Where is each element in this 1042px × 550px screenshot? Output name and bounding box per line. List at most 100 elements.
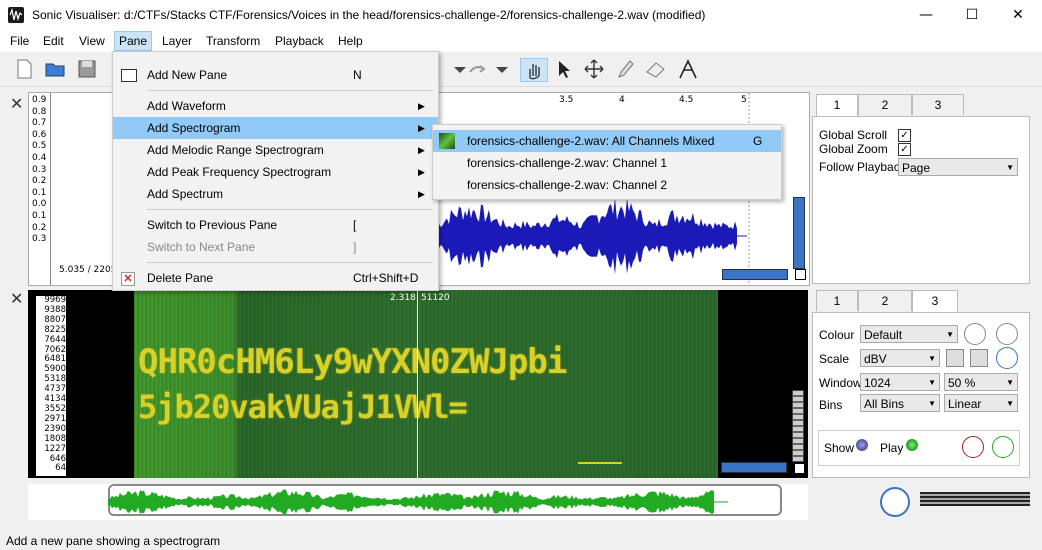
normalize-columns-icon[interactable] (946, 349, 964, 367)
layer-panel-1: 1 2 3 Global Scroll ✓ Global Zoom ✓ Foll… (812, 94, 1030, 284)
spectrogram-pane[interactable]: 9969 9388 8807 8225 7644 7062 6481 5900 5318 4… (28, 290, 808, 478)
amplitude-scale: 0.9 0.8 0.7 0.6 0.5 0.4 0.3 0.2 0.1 0.0 0.1 0.2 … (32, 95, 47, 245)
erase-icon[interactable] (644, 58, 668, 80)
menu-item-delete-pane[interactable]: ✕ Delete Pane Ctrl+Shift+D (113, 267, 438, 289)
maximize-button[interactable]: ☐ (949, 0, 995, 30)
cursor-time: 2.318 (390, 293, 416, 303)
new-file-icon[interactable] (12, 58, 36, 80)
menu-transform[interactable]: Transform (202, 32, 264, 50)
frequency-scale: 9969 9388 8807 8225 7644 7062 6481 5900 5318 4… (44, 295, 66, 474)
save-icon[interactable] (76, 58, 100, 80)
global-zoom-label: Global Zoom (819, 142, 888, 156)
show-label: Show (824, 441, 855, 455)
menu-item-add-spectrogram[interactable]: Add Spectrogram ▶ (113, 117, 438, 139)
submenu-arrow-icon: ▶ (418, 123, 425, 133)
gain-knob[interactable] (996, 347, 1018, 369)
play-label: Play (880, 441, 904, 455)
scale-select[interactable]: dBV (860, 349, 940, 368)
submenu-item-channel-1[interactable]: forensics-challenge-2.wav: Channel 1 (433, 152, 781, 174)
minimize-button[interactable]: — (903, 0, 949, 30)
submenu-arrow-icon: ▶ (418, 145, 425, 155)
tab-3[interactable]: 3 (912, 94, 964, 115)
title-bar: Sonic Visualiser: d:/CTFs/Stacks CTF/For… (0, 0, 1042, 30)
global-zoom-checkbox[interactable]: ✓ (898, 143, 911, 156)
menu-item-add-waveform[interactable]: Add Waveform ▶ (113, 95, 438, 117)
master-volume-slider[interactable] (920, 492, 1030, 506)
normalize-visible-icon[interactable] (970, 349, 988, 367)
submenu-item-all-channels[interactable]: forensics-challenge-2.wav: All Channels … (433, 130, 781, 152)
move-icon[interactable] (582, 58, 606, 80)
zoom-slider[interactable] (721, 462, 787, 473)
playhead (417, 290, 418, 478)
measure-icon[interactable] (676, 58, 700, 80)
pane-icon (121, 69, 137, 82)
menu-item-add-peak-frequency-spectrogram[interactable]: Add Peak Frequency Spectrogram ▶ (113, 161, 438, 183)
tab-1[interactable]: 1 (816, 290, 858, 311)
zoom-reset-button[interactable] (794, 463, 805, 474)
menu-item-switch-previous-pane[interactable]: Switch to Previous Pane[ (113, 214, 438, 236)
spectrogram-submenu: forensics-challenge-2.wav: All Channels … (432, 124, 782, 200)
tab-1[interactable]: 1 (816, 94, 858, 117)
global-scroll-checkbox[interactable]: ✓ (898, 129, 911, 142)
layer-panel-2: 1 2 3 Colour Default Scale dBV Window 10… (812, 290, 1030, 478)
play-toggle-icon[interactable] (906, 439, 918, 451)
global-scroll-label: Global Scroll (819, 128, 888, 142)
vertical-zoom-slider[interactable] (792, 390, 804, 462)
zoom-slider[interactable] (722, 269, 788, 280)
open-folder-icon[interactable] (44, 58, 68, 80)
menu-item-add-melodic-range-spectrogram[interactable]: Add Melodic Range Spectrogram ▶ (113, 139, 438, 161)
submenu-arrow-icon: ▶ (418, 101, 425, 111)
menu-item-add-spectrum[interactable]: Add Spectrum ▶ (113, 183, 438, 205)
close-button[interactable]: ✕ (995, 0, 1041, 30)
draw-pencil-icon[interactable] (613, 58, 637, 80)
tab-2[interactable]: 2 (858, 290, 912, 311)
bins-label: Bins (819, 398, 843, 412)
menu-help[interactable]: Help (334, 32, 367, 50)
zoom-reset-button[interactable] (795, 269, 806, 280)
threshold-knob[interactable] (996, 323, 1018, 345)
menu-pane[interactable]: Pane (114, 31, 153, 51)
overview-pane[interactable] (28, 484, 808, 520)
hidden-text-line1: QHR0cHM6Ly9wYXN0ZWJpbi (138, 342, 567, 382)
menu-item-add-new-pane[interactable]: Add New Pane N (113, 64, 438, 86)
scale-label: Scale (819, 352, 850, 366)
menu-bar (0, 30, 1042, 52)
select-arrow-icon[interactable] (551, 58, 575, 80)
tab-3[interactable]: 3 (912, 290, 958, 313)
delete-icon: ✕ (121, 272, 135, 286)
pane-menu: Add New Pane N Add Waveform ▶ Add Spectrog… (112, 51, 439, 291)
colour-select[interactable]: Default (860, 325, 958, 344)
submenu-arrow-icon: ▶ (418, 167, 425, 177)
show-toggle-icon[interactable] (856, 439, 868, 451)
close-pane-icon[interactable]: ✕ (10, 94, 23, 113)
follow-playback-label: Follow Playback (819, 160, 906, 174)
redo-dropdown-icon[interactable] (490, 58, 514, 80)
colour-label: Colour (819, 328, 855, 342)
submenu-item-channel-2[interactable]: forensics-challenge-2.wav: Channel 2 (433, 174, 781, 196)
app-icon (8, 7, 24, 23)
menu-view[interactable]: View (75, 32, 109, 50)
overview-waveform (108, 489, 728, 515)
playback-speed-knob[interactable] (880, 487, 910, 517)
window-label: Window (819, 376, 862, 390)
vertical-zoom-slider[interactable] (793, 197, 805, 269)
navigate-hand-icon[interactable] (520, 58, 548, 82)
tab-2[interactable]: 2 (858, 94, 912, 115)
bins-select[interactable]: All Bins (860, 394, 940, 413)
menu-edit[interactable]: Edit (39, 32, 68, 50)
colour-rotation-knob[interactable] (964, 323, 986, 345)
close-pane-icon[interactable]: ✕ (10, 289, 23, 308)
menu-playback[interactable]: Playback (271, 32, 328, 50)
menu-layer[interactable]: Layer (158, 32, 196, 50)
pan-knob[interactable] (992, 436, 1014, 458)
redo-icon[interactable] (466, 58, 490, 80)
status-bar: Add a new pane showing a spectrogram (0, 532, 1042, 550)
menu-file[interactable]: File (6, 32, 33, 50)
frequency-scale-select[interactable]: Linear (944, 394, 1018, 413)
volume-knob[interactable] (962, 436, 984, 458)
follow-playback-select[interactable]: Page (898, 158, 1018, 177)
cursor-frame: 51120 (421, 293, 450, 303)
window-size-select[interactable]: 1024 (860, 373, 940, 392)
window-overlap-select[interactable]: 50 % (944, 373, 1018, 392)
position-label: 5.035 / 2205 (59, 265, 117, 275)
